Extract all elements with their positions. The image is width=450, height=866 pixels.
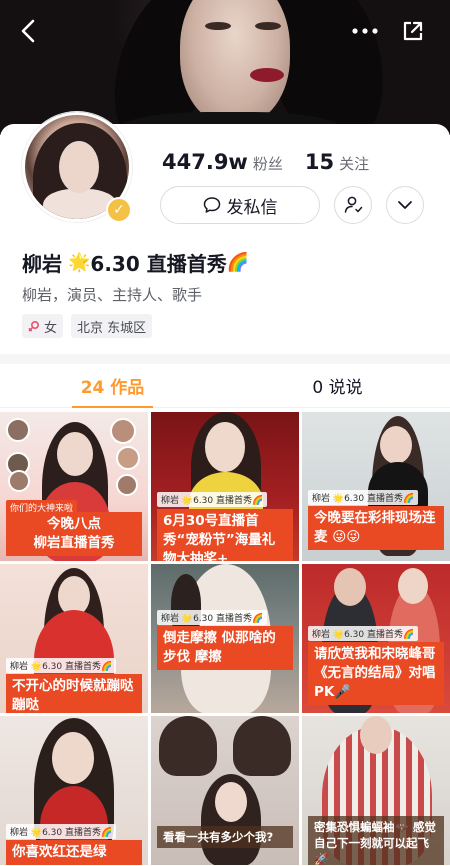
tab-posts-label: 0 说说	[312, 378, 363, 398]
profile-name: 柳岩 🌟 6.30 直播首秀 🌈	[22, 248, 249, 277]
video-chip: 柳岩 🌟6.30 直播首秀🌈	[6, 824, 117, 839]
female-icon	[28, 320, 40, 332]
tab-works-label: 24 作品	[80, 378, 145, 398]
video-caption: 密集恐惧蝙蝠袖🦇 感觉自己下一刻就可以起飞🚀	[308, 816, 444, 865]
video-caption: 6月30号直播首秀“宠粉节”海量礼物大抽奖+	[157, 509, 293, 561]
message-button[interactable]: 发私信	[160, 186, 320, 224]
name-suffix: 6.30 直播首秀	[90, 252, 227, 276]
gender-label: 女	[44, 320, 58, 336]
video-caption: 倒走摩擦 似那啥的步伐 摩擦	[157, 626, 293, 670]
video-caption: 你喜欢红还是绿	[6, 840, 142, 865]
fans-count[interactable]: 447.9w	[162, 150, 248, 174]
chat-bubble-icon	[203, 197, 220, 213]
video-thumbnail[interactable]: 柳岩 🌟6.30 直播首秀🌈 你喜欢红还是绿	[0, 716, 148, 865]
profile-stats: 447.9w 粉丝 15 关注	[162, 150, 369, 178]
video-thumbnail[interactable]: 你们的大神来啦 今晚八点 柳岩直播首秀	[0, 412, 148, 561]
user-add-icon	[344, 196, 363, 213]
rainbow-emoji: 🌈	[226, 252, 250, 273]
video-thumbnail[interactable]: 柳岩 🌟6.30 直播首秀🌈 6月30号直播首秀“宠粉节”海量礼物大抽奖+	[151, 412, 299, 561]
video-chip: 柳岩 🌟6.30 直播首秀🌈	[308, 490, 419, 505]
star-emoji: 🌟	[68, 252, 91, 273]
following-label[interactable]: 关注	[339, 153, 369, 174]
section-divider	[0, 354, 450, 364]
message-button-label: 发私信	[226, 197, 278, 218]
profile-bio: 柳岩，演员、主持人、歌手	[22, 286, 203, 304]
video-caption: 看看一共有多少个我?	[157, 826, 293, 848]
fans-label[interactable]: 粉丝	[253, 153, 283, 174]
more-button[interactable]	[348, 14, 382, 48]
expand-button[interactable]	[386, 186, 424, 224]
video-grid: 你们的大神来啦 今晚八点 柳岩直播首秀 柳岩 🌟6.30 直播首秀🌈 6月30号…	[0, 412, 450, 866]
following-count[interactable]: 15	[305, 150, 334, 174]
location-tag: 北京 东城区	[71, 314, 153, 338]
video-thumbnail[interactable]: 柳岩 🌟6.30 直播首秀🌈 倒走摩擦 似那啥的步伐 摩擦	[151, 564, 299, 713]
video-thumbnail[interactable]: 柳岩 🌟6.30 直播首秀🌈 今晚要在彩排现场连麦 😜😜	[302, 412, 450, 561]
profile-tags: 女 北京 东城区	[22, 314, 153, 338]
active-tab-indicator	[72, 406, 153, 408]
video-thumbnail[interactable]: 柳岩 🌟6.30 直播首秀🌈 请欣赏我和宋晓峰哥《无言的结局》对唱PK🎤	[302, 564, 450, 713]
video-chip: 柳岩 🌟6.30 直播首秀🌈	[157, 492, 268, 507]
verified-badge-icon: ✓	[106, 197, 132, 223]
display-name: 柳岩	[22, 252, 62, 276]
video-caption: 今晚要在彩排现场连麦 😜😜	[308, 506, 444, 550]
chevron-down-icon	[398, 201, 412, 209]
video-chip: 柳岩 🌟6.30 直播首秀🌈	[157, 610, 268, 625]
video-thumbnail[interactable]: 密集恐惧蝙蝠袖🦇 感觉自己下一刻就可以起飞🚀	[302, 716, 450, 865]
video-chip: 柳岩 🌟6.30 直播首秀🌈	[308, 626, 419, 641]
location-label: 北京 东城区	[77, 320, 147, 336]
more-dots-icon	[352, 28, 378, 34]
video-caption: 不开心的时候就蹦哒蹦哒	[6, 674, 142, 713]
share-external-icon	[403, 21, 423, 41]
back-button[interactable]	[12, 14, 46, 48]
video-chip: 柳岩 🌟6.30 直播首秀🌈	[6, 658, 117, 673]
video-caption: 请欣赏我和宋晓峰哥《无言的结局》对唱PK🎤	[308, 642, 444, 705]
chevron-left-icon	[21, 19, 35, 43]
tab-posts[interactable]: 0 说说	[225, 364, 450, 407]
tab-works[interactable]: 24 作品	[0, 364, 225, 408]
video-caption: 今晚八点 柳岩直播首秀	[6, 512, 142, 556]
content-tabs: 24 作品 0 说说	[0, 364, 450, 408]
video-thumbnail[interactable]: 看看一共有多少个我?	[151, 716, 299, 865]
video-thumbnail[interactable]: 柳岩 🌟6.30 直播首秀🌈 不开心的时候就蹦哒蹦哒	[0, 564, 148, 713]
share-button[interactable]	[396, 14, 430, 48]
gender-tag: 女	[22, 314, 64, 338]
follow-button[interactable]	[334, 186, 372, 224]
